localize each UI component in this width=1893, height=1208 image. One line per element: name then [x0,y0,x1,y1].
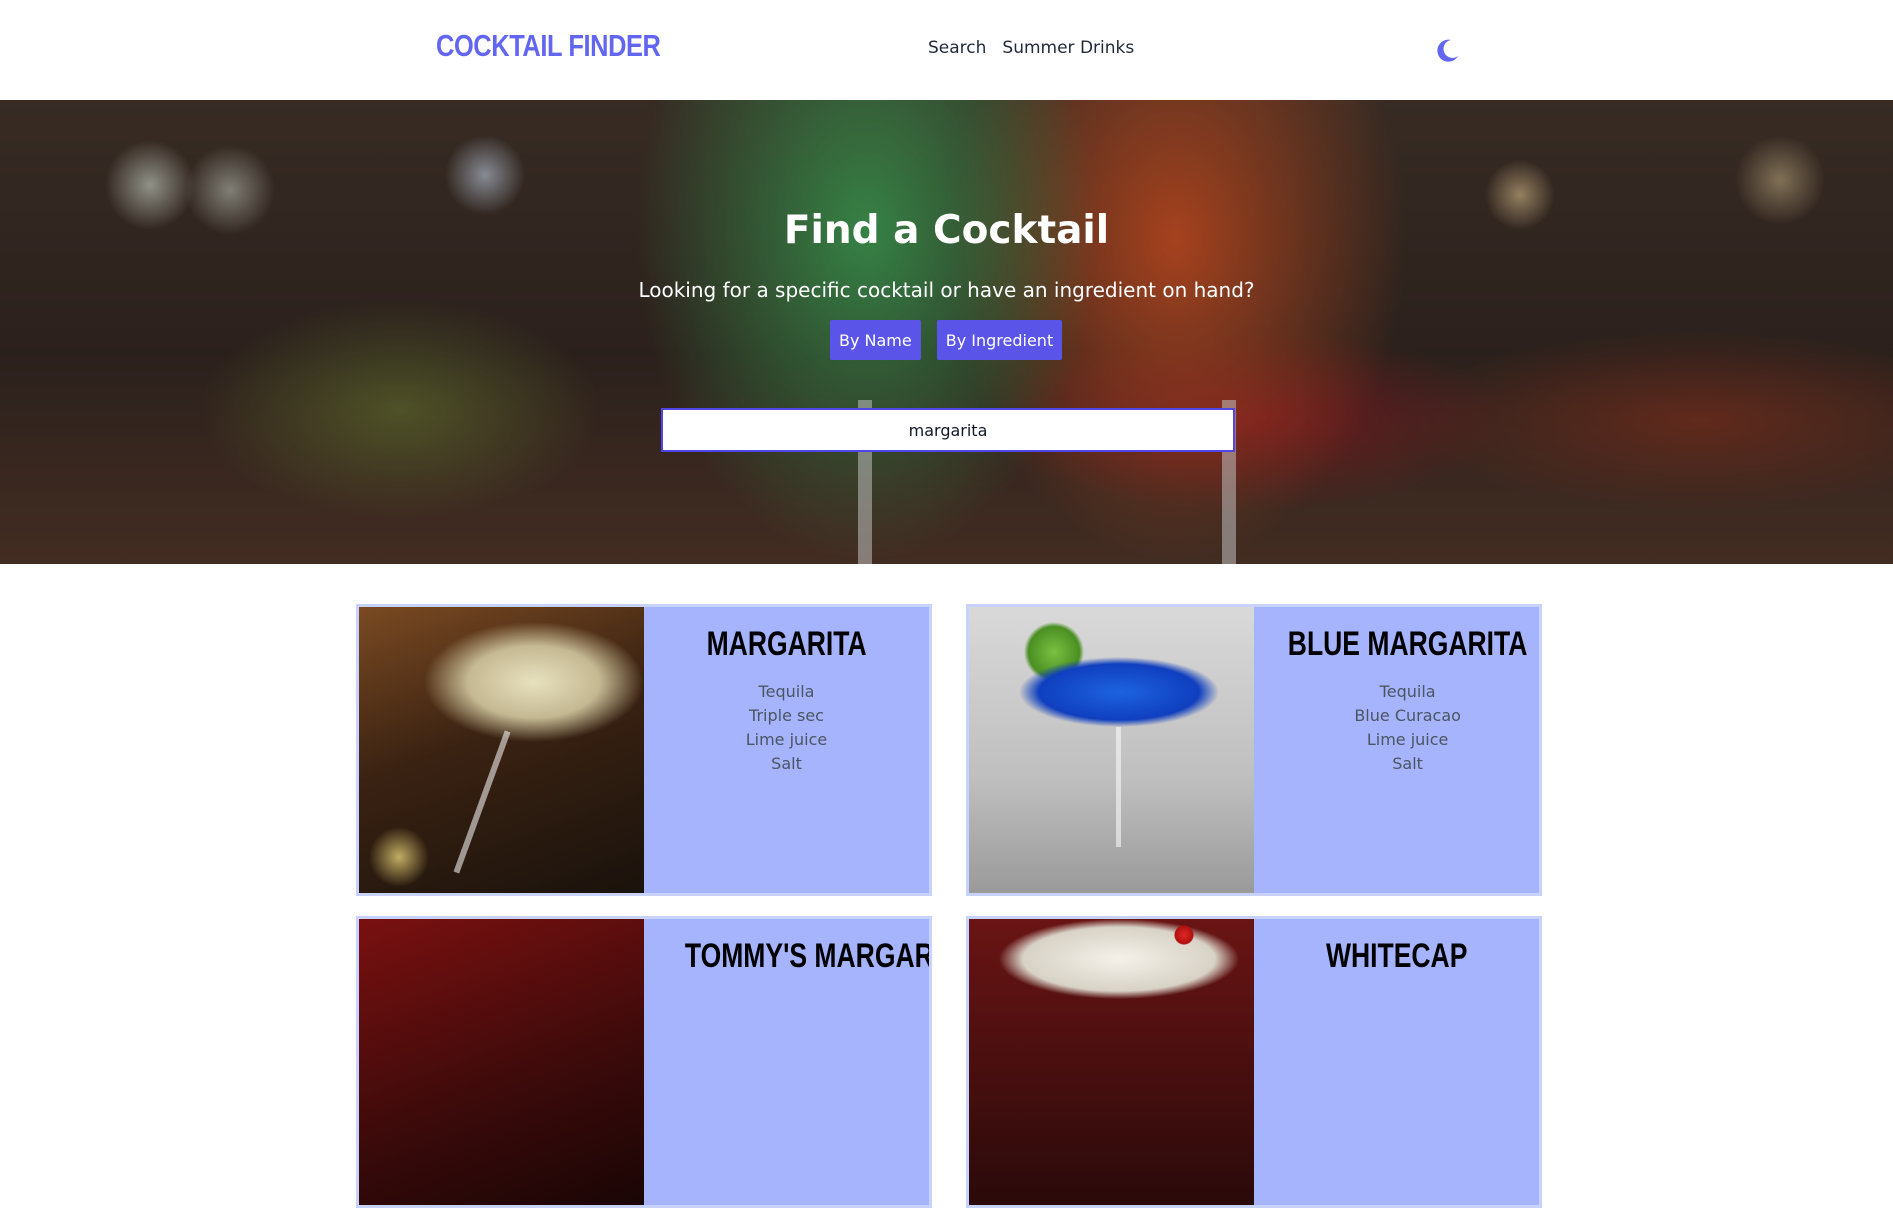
card-body: Margarita Tequila Triple sec Lime juice … [644,607,929,893]
site-logo[interactable]: COCKTAIL FINDER [436,28,661,64]
cocktail-image [359,607,644,893]
page-title: Find a Cocktail [783,208,1110,253]
cocktail-name: Margarita [706,625,867,663]
cocktail-card[interactable]: Whitecap [966,916,1542,1208]
cocktail-image [359,919,644,1205]
search-input[interactable] [661,408,1235,452]
top-navbar: COCKTAIL FINDER Search Summer Drinks [0,0,1893,100]
cocktail-name: Tommy's Margarita [684,937,932,975]
card-body: Whitecap [1254,919,1539,1205]
hero-banner: Find a Cocktail Looking for a specific c… [0,100,1893,564]
ingredient-list: Tequila Blue Curacao Lime juice Salt [1254,680,1539,776]
ingredient-item: Blue Curacao [1354,706,1461,725]
card-body: Tommy's Margarita [644,919,932,1205]
ingredient-item: Salt [1392,754,1423,773]
ingredient-item: Lime juice [1366,730,1449,749]
moon-icon [1437,39,1458,62]
cocktail-card[interactable]: Tommy's Margarita [356,916,932,1208]
nav-link-search[interactable]: Search [928,38,986,58]
theme-toggle-button[interactable] [1434,37,1460,63]
ingredient-item: Triple sec [749,706,824,725]
by-name-button[interactable]: By Name [830,320,921,360]
main-nav: Search Summer Drinks [928,38,1134,58]
cocktail-name: Blue Margarita [1287,625,1528,663]
glass-stem [1116,727,1121,847]
cocktail-image [969,919,1254,1205]
cocktail-card[interactable]: Blue Margarita Tequila Blue Curacao Lime… [966,604,1542,896]
ingredient-item: Tequila [758,682,815,701]
page-subtitle: Looking for a specific cocktail or have … [638,278,1255,302]
ingredient-item: Tequila [1379,682,1436,701]
cocktail-name: Whitecap [1325,937,1468,975]
ingredient-list: Tequila Triple sec Lime juice Salt [644,680,929,776]
card-body: Blue Margarita Tequila Blue Curacao Lime… [1254,607,1539,893]
cocktail-image [969,607,1254,893]
search-mode-group: By Name By Ingredient [830,320,1063,360]
by-ingredient-button[interactable]: By Ingredient [936,320,1063,360]
cocktail-card[interactable]: Margarita Tequila Triple sec Lime juice … [356,604,932,896]
ingredient-item: Lime juice [745,730,828,749]
nav-link-summer-drinks[interactable]: Summer Drinks [1002,38,1134,58]
ingredient-item: Salt [771,754,802,773]
glass-stem [453,730,511,874]
